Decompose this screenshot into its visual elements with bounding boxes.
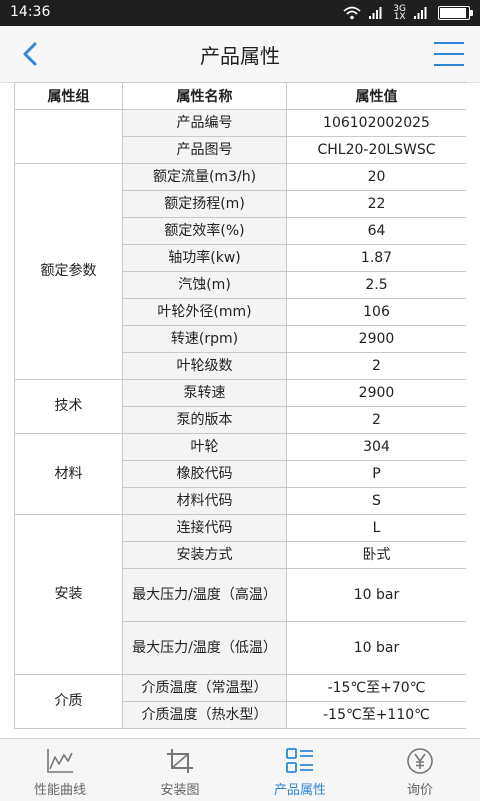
attribute-value-cell: -15℃至+70℃	[286, 674, 466, 702]
attribute-name-cell: 额定流量(m3/h)	[122, 163, 287, 191]
attribute-value-cell: 1.87	[286, 244, 466, 272]
attribute-name-cell: 最大压力/温度（低温）	[122, 621, 287, 675]
app-header: 产品属性	[0, 26, 480, 83]
signal-icon	[369, 7, 382, 19]
wifi-icon	[343, 6, 361, 20]
attribute-value-cell: 64	[286, 217, 466, 245]
attribute-name-cell: 轴功率(kw)	[122, 244, 287, 272]
tab-label: 安装图	[160, 783, 200, 798]
attribute-name-cell: 介质温度（热水型）	[122, 701, 287, 729]
attribute-value-cell: 22	[286, 190, 466, 218]
network-type: 3G 1X	[393, 4, 406, 22]
attribute-group-cell: 介质	[14, 674, 123, 729]
bottom-tab-bar: 性能曲线 安装图 产品属性 询价	[0, 738, 480, 801]
table-row: 介质 介质温度（常温型） -15℃至+70℃	[14, 674, 466, 729]
attribute-name-cell: 材料代码	[122, 487, 287, 515]
attribute-value-cell: 10 bar	[286, 621, 466, 675]
attribute-value-cell: S	[286, 487, 466, 515]
status-icons: 3G 1X	[343, 3, 473, 23]
yen-icon	[407, 748, 433, 774]
attribute-value-cell: L	[286, 514, 466, 542]
signal-icon-2	[414, 7, 427, 19]
table-row: 材料 叶轮 304	[14, 433, 466, 515]
attribute-value-cell: 10 bar	[286, 568, 466, 622]
attribute-value-cell: 2.5	[286, 271, 466, 299]
attribute-group-cell: 材料	[14, 433, 123, 515]
table-header-row: 属性组 属性名称 属性值	[14, 82, 466, 110]
attribute-table-container[interactable]: 属性组 属性名称 属性值 产品编号 106102002025 产品图号 CHL20-2…	[14, 82, 466, 738]
attribute-value-cell: 20	[286, 163, 466, 191]
attribute-value-cell: 2900	[286, 379, 466, 407]
tab-label: 产品属性	[273, 783, 326, 798]
column-header-name: 属性名称	[122, 82, 287, 110]
attribute-value-cell: 2900	[286, 325, 466, 353]
tab-performance-curve[interactable]: 性能曲线	[0, 739, 120, 801]
table-row: 安装 连接代码 L	[14, 514, 466, 675]
attribute-name-cell: 叶轮级数	[122, 352, 287, 380]
tab-label: 性能曲线	[33, 783, 86, 798]
table-row: 额定参数 额定流量(m3/h) 20	[14, 163, 466, 380]
tab-inquiry[interactable]: 询价	[360, 739, 480, 801]
attribute-name-cell: 叶轮	[122, 433, 287, 461]
status-bar: 14:36 3G 1X	[0, 0, 480, 26]
attribute-value-cell: 106102002025	[286, 109, 466, 137]
menu-icon[interactable]	[434, 42, 464, 66]
attribute-group-cell: 技术	[14, 379, 123, 434]
attribute-name-cell: 连接代码	[122, 514, 287, 542]
attribute-name-cell: 介质温度（常温型）	[122, 674, 287, 702]
attribute-name-cell: 产品图号	[122, 136, 287, 164]
attribute-value-cell: CHL20-20LSWSC	[286, 136, 466, 164]
table-row: 产品编号 106102002025	[14, 109, 466, 164]
status-time: 14:36	[10, 4, 51, 20]
tab-install-drawing[interactable]: 安装图	[120, 739, 240, 801]
list-icon	[286, 748, 313, 773]
page-title: 产品属性	[200, 44, 280, 68]
attribute-table: 属性组 属性名称 属性值 产品编号 106102002025 产品图号 CHL20-2…	[14, 82, 466, 729]
attribute-value-cell: 2	[286, 352, 466, 380]
attribute-name-cell: 最大压力/温度（高温）	[122, 568, 287, 622]
attribute-name-cell: 额定效率(%)	[122, 217, 287, 245]
column-header-value: 属性值	[286, 82, 466, 110]
attribute-group-cell: 额定参数	[14, 163, 123, 380]
attribute-value-cell: 2	[286, 406, 466, 434]
attribute-value-cell: P	[286, 460, 466, 488]
attribute-name-cell: 橡胶代码	[122, 460, 287, 488]
attribute-name-cell: 转速(rpm)	[122, 325, 287, 353]
attribute-name-cell: 安装方式	[122, 541, 287, 569]
attribute-value-cell: 304	[286, 433, 466, 461]
table-row: 技术 泵转速 2900	[14, 379, 466, 434]
chart-line-icon	[47, 749, 73, 773]
attribute-name-cell: 产品编号	[122, 109, 287, 137]
tab-label: 询价	[406, 783, 433, 798]
attribute-value-cell: -15℃至+110℃	[286, 701, 466, 729]
attribute-name-cell: 额定扬程(m)	[122, 190, 287, 218]
crop-icon	[167, 749, 193, 773]
attribute-value-cell: 106	[286, 298, 466, 326]
attribute-group-cell: 安装	[14, 514, 123, 675]
attribute-name-cell: 叶轮外径(mm)	[122, 298, 287, 326]
attribute-group-cell	[14, 109, 123, 164]
battery-icon	[438, 6, 473, 20]
attribute-value-cell: 卧式	[286, 541, 466, 569]
attribute-name-cell: 泵转速	[122, 379, 287, 407]
attribute-name-cell: 泵的版本	[122, 406, 287, 434]
attribute-name-cell: 汽蚀(m)	[122, 271, 287, 299]
table-body: 产品编号 106102002025 产品图号 CHL20-20LSWSC 额定参数 额定流…	[14, 109, 466, 729]
column-header-group: 属性组	[14, 82, 123, 110]
tab-product-attributes[interactable]: 产品属性	[240, 739, 360, 801]
